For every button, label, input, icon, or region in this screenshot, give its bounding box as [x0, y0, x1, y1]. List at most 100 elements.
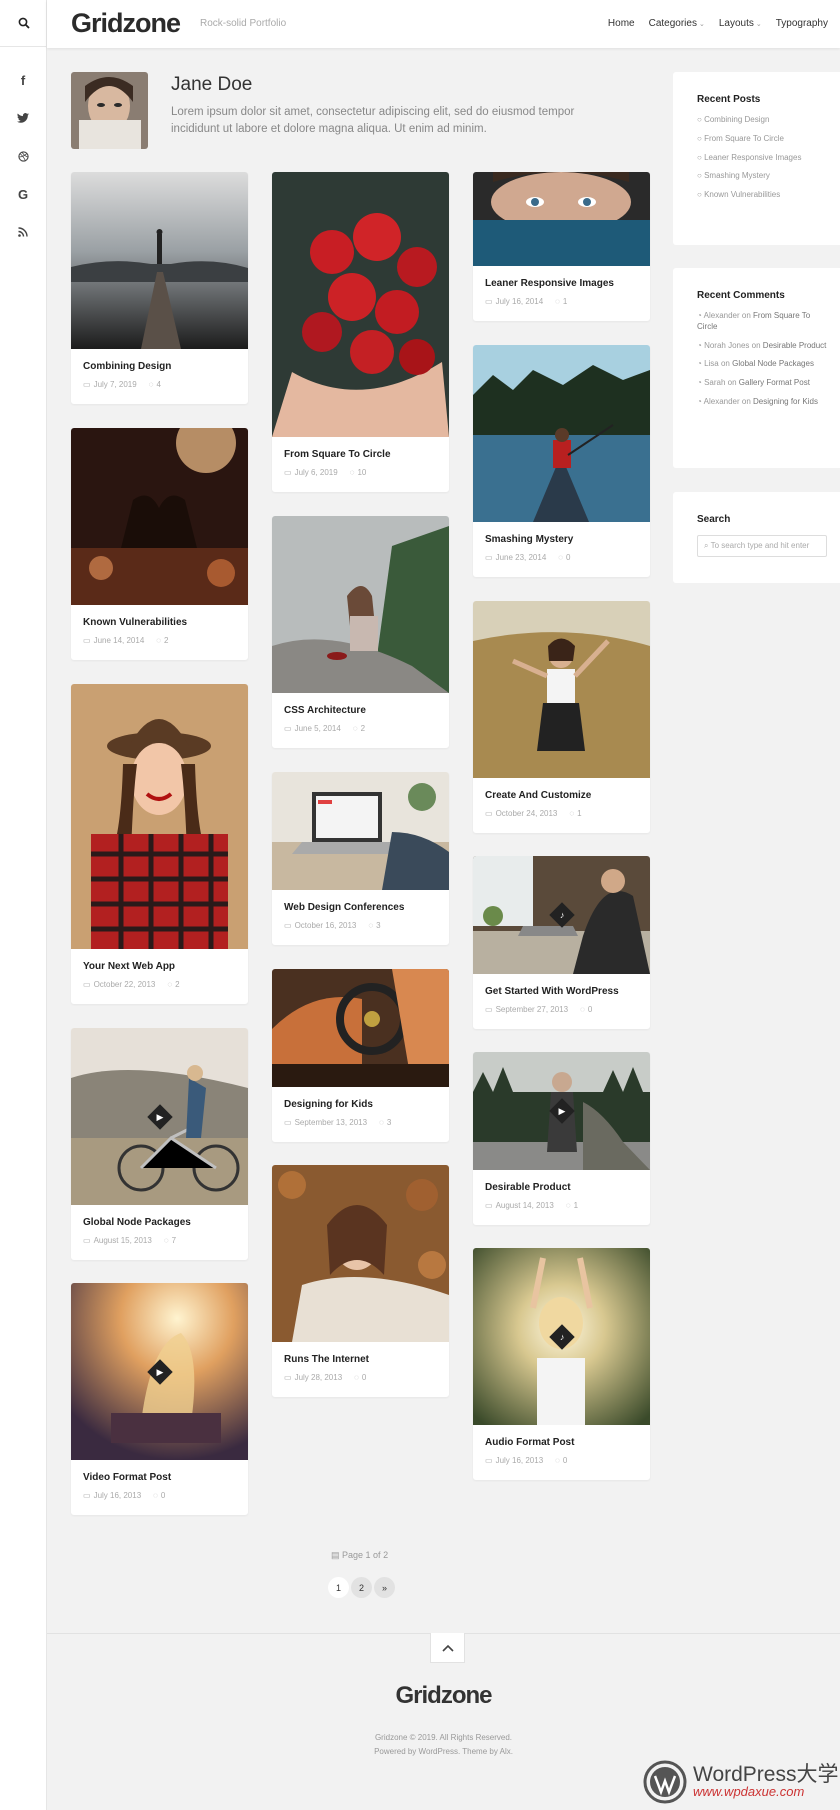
post-card[interactable]: From Square To Circle ▭ July 6, 2019 ◌ 10 — [272, 172, 449, 492]
post-title[interactable]: Global Node Packages — [71, 1205, 248, 1228]
page-2-button[interactable]: 2 — [351, 1577, 372, 1598]
twitter-icon[interactable] — [0, 99, 47, 137]
post-thumbnail[interactable] — [473, 345, 650, 522]
comment-on: on — [741, 311, 751, 320]
post-title[interactable]: Video Format Post — [71, 1460, 248, 1483]
comment-author[interactable]: Sarah — [704, 378, 725, 387]
post-title[interactable]: Combining Design — [71, 349, 248, 372]
post-title[interactable]: From Square To Circle — [272, 437, 449, 460]
post-card[interactable]: ▶ Video Format Post ▭ July 16, 2013 ◌ 0 — [71, 1283, 248, 1515]
dribbble-icon[interactable] — [0, 137, 47, 175]
post-comments[interactable]: ◌ 0 — [558, 553, 570, 562]
recent-post-link[interactable]: ○ Combining Design — [697, 115, 840, 126]
comment-post-link[interactable]: Designing for Kids — [753, 397, 818, 406]
post-title[interactable]: Desirable Product — [473, 1170, 650, 1193]
post-thumbnail[interactable]: ♪ — [473, 1248, 650, 1425]
post-comments[interactable]: ◌ 10 — [350, 468, 367, 477]
post-thumbnail[interactable] — [272, 516, 449, 693]
comment-on: on — [751, 340, 761, 350]
post-title[interactable]: Leaner Responsive Images — [473, 266, 650, 289]
post-title[interactable]: Smashing Mystery — [473, 522, 650, 545]
recent-post-link[interactable]: ○ From Square To Circle — [697, 134, 840, 145]
post-comments[interactable]: ◌ 1 — [555, 297, 567, 306]
post-title[interactable]: Designing for Kids — [272, 1087, 449, 1110]
comment-icon: ◌ — [153, 1491, 158, 1500]
post-thumbnail[interactable] — [71, 172, 248, 349]
post-card[interactable]: ♪ Get Started With WordPress ▭ September … — [473, 856, 650, 1029]
post-comments[interactable]: ◌ 2 — [167, 980, 179, 989]
post-card[interactable]: Your Next Web App ▭ October 22, 2013 ◌ 2 — [71, 684, 248, 1004]
post-comments[interactable]: ◌ 0 — [354, 1373, 366, 1382]
post-thumbnail[interactable]: ▶ — [71, 1028, 248, 1205]
post-thumbnail[interactable] — [272, 969, 449, 1087]
post-card[interactable]: Known Vulnerabilities ▭ June 14, 2014 ◌ 2 — [71, 428, 248, 660]
post-thumbnail[interactable] — [272, 772, 449, 890]
post-card[interactable]: Smashing Mystery ▭ June 23, 2014 ◌ 0 — [473, 345, 650, 577]
post-card[interactable]: Web Design Conferences ▭ October 16, 2013… — [272, 772, 449, 945]
post-card[interactable]: CSS Architecture ▭ June 5, 2014 ◌ 2 — [272, 516, 449, 748]
post-comments[interactable]: ◌ 0 — [555, 1456, 567, 1465]
search-toggle-button[interactable] — [0, 0, 47, 47]
post-comments[interactable]: ◌ 3 — [368, 921, 380, 930]
post-card[interactable]: Combining Design ▭ July 7, 2019 ◌ 4 — [71, 172, 248, 404]
recent-post-link[interactable]: ○ Leaner Responsive Images — [697, 153, 840, 164]
post-comments[interactable]: ◌ 1 — [569, 809, 581, 818]
post-card[interactable]: Designing for Kids ▭ September 13, 2013 ◌ 3 — [272, 969, 449, 1142]
post-card[interactable]: Runs The Internet ▭ July 28, 2013 ◌ 0 — [272, 1165, 449, 1397]
post-title[interactable]: Your Next Web App — [71, 949, 248, 972]
post-title[interactable]: Runs The Internet — [272, 1342, 449, 1365]
search-icon: ⌕ — [704, 541, 709, 550]
google-icon[interactable]: G — [0, 175, 47, 213]
comment-author[interactable]: Norah Jones — [704, 341, 749, 350]
post-card[interactable]: ▶ Desirable Product ▭ August 14, 2013 ◌ 1 — [473, 1052, 650, 1225]
post-comments[interactable]: ◌ 2 — [353, 724, 365, 733]
post-thumbnail[interactable] — [473, 172, 650, 266]
recent-post-link[interactable]: ○ Known Vulnerabilities — [697, 190, 840, 201]
site-logo[interactable]: Gridzone — [71, 8, 181, 39]
post-comments[interactable]: ◌ 1 — [566, 1201, 578, 1210]
post-card[interactable]: Leaner Responsive Images ▭ July 16, 2014 ◌… — [473, 172, 650, 321]
post-title[interactable]: Audio Format Post — [473, 1425, 650, 1448]
comment-post-link[interactable]: Desirable Product — [763, 341, 827, 350]
post-thumbnail[interactable]: ▶ — [473, 1052, 650, 1170]
nav-layouts[interactable]: Layouts ⌄ — [719, 18, 762, 29]
post-thumbnail[interactable] — [71, 428, 248, 605]
post-comments[interactable]: ◌ 0 — [580, 1005, 592, 1014]
post-comments[interactable]: ◌ 0 — [153, 1491, 165, 1500]
post-comments[interactable]: ◌ 3 — [379, 1118, 391, 1127]
post-title[interactable]: Create And Customize — [473, 778, 650, 801]
nav-typography[interactable]: Typography — [776, 18, 828, 29]
comment-post-link[interactable]: Global Node Packages — [732, 359, 814, 368]
comment-post-link[interactable]: Gallery Format Post — [739, 378, 810, 387]
post-title[interactable]: Get Started With WordPress — [473, 974, 650, 997]
footer-logo[interactable]: Gridzone — [47, 1682, 840, 1710]
post-comments[interactable]: ◌ 4 — [149, 380, 161, 389]
comment-author[interactable]: Lisa — [704, 359, 719, 368]
post-title[interactable]: CSS Architecture — [272, 693, 449, 716]
watermark-url: www.wpdaxue.com — [693, 1784, 805, 1800]
post-thumbnail[interactable] — [71, 684, 248, 949]
post-title[interactable]: Known Vulnerabilities — [71, 605, 248, 628]
post-comments[interactable]: ◌ 2 — [156, 636, 168, 645]
back-to-top-button[interactable] — [430, 1633, 465, 1663]
nav-categories[interactable]: Categories ⌄ — [649, 18, 705, 29]
comment-author[interactable]: Alexander — [704, 311, 740, 320]
page-1-button[interactable]: 1 — [328, 1577, 349, 1598]
post-card[interactable]: ♪ Audio Format Post ▭ July 16, 2013 ◌ 0 — [473, 1248, 650, 1480]
next-page-button[interactable]: » — [374, 1577, 395, 1598]
search-input[interactable]: ⌕ To search type and hit enter — [697, 535, 827, 557]
post-thumbnail[interactable]: ♪ — [473, 856, 650, 974]
post-thumbnail[interactable] — [272, 1165, 449, 1342]
post-thumbnail[interactable] — [272, 172, 449, 437]
post-comments[interactable]: ◌ 7 — [164, 1236, 176, 1245]
rss-icon[interactable] — [0, 213, 47, 251]
comment-author[interactable]: Alexander — [704, 397, 740, 406]
post-card[interactable]: Create And Customize ▭ October 24, 2013 ◌ 1 — [473, 601, 650, 833]
recent-post-link[interactable]: ○ Smashing Mystery — [697, 171, 840, 182]
post-thumbnail[interactable] — [473, 601, 650, 778]
nav-home[interactable]: Home — [608, 18, 635, 29]
facebook-icon[interactable]: f — [0, 61, 47, 99]
post-card[interactable]: ▶ Global Node Packages ▭ August 15, 2013 ◌… — [71, 1028, 248, 1260]
post-title[interactable]: Web Design Conferences — [272, 890, 449, 913]
post-thumbnail[interactable]: ▶ — [71, 1283, 248, 1460]
